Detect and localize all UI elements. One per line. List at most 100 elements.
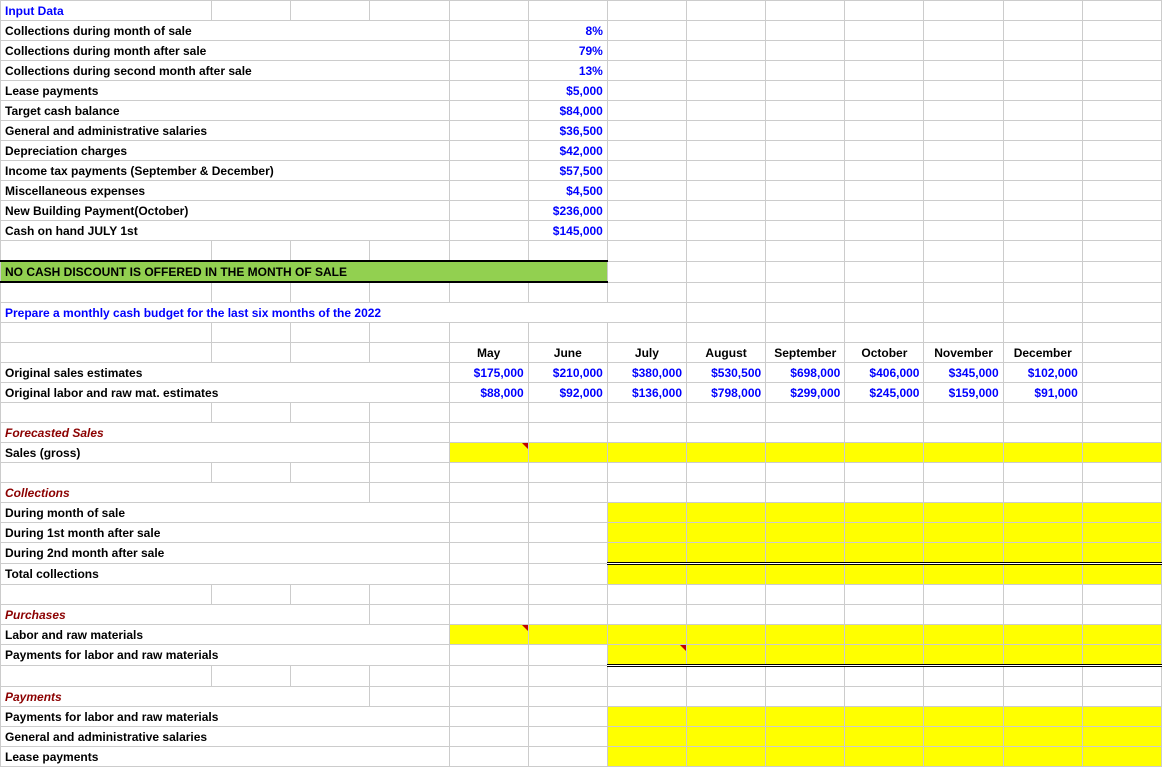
cell[interactable]: $88,000: [449, 383, 528, 403]
cell[interactable]: [607, 625, 686, 645]
cell[interactable]: [687, 543, 766, 564]
cell[interactable]: [845, 503, 924, 523]
cell[interactable]: [687, 564, 766, 585]
cell[interactable]: $698,000: [766, 363, 845, 383]
cell[interactable]: [1082, 707, 1161, 727]
cell[interactable]: [766, 543, 845, 564]
cell[interactable]: [449, 625, 528, 645]
cell[interactable]: [924, 727, 1003, 747]
cell[interactable]: $345,000: [924, 363, 1003, 383]
cell[interactable]: [1003, 727, 1082, 747]
cell[interactable]: [1082, 443, 1161, 463]
cell[interactable]: $380,000: [607, 363, 686, 383]
cell[interactable]: [766, 645, 845, 666]
input-row-value[interactable]: $4,500: [528, 181, 607, 201]
cell[interactable]: $91,000: [1003, 383, 1082, 403]
cell[interactable]: [607, 645, 686, 666]
cell[interactable]: [1003, 523, 1082, 543]
cell[interactable]: [766, 625, 845, 645]
cell[interactable]: $210,000: [528, 363, 607, 383]
cell[interactable]: [924, 503, 1003, 523]
cell[interactable]: $159,000: [924, 383, 1003, 403]
cell[interactable]: [687, 523, 766, 543]
cell[interactable]: [924, 707, 1003, 727]
cell[interactable]: [845, 727, 924, 747]
cell[interactable]: [607, 747, 686, 767]
cell[interactable]: $530,500: [687, 363, 766, 383]
cell[interactable]: [766, 503, 845, 523]
cell[interactable]: [924, 625, 1003, 645]
cell[interactable]: [845, 523, 924, 543]
cell[interactable]: [845, 625, 924, 645]
cell[interactable]: [1003, 503, 1082, 523]
cell[interactable]: [924, 443, 1003, 463]
cell[interactable]: [1003, 443, 1082, 463]
cell[interactable]: $102,000: [1003, 363, 1082, 383]
cell[interactable]: [607, 543, 686, 564]
cell[interactable]: [766, 707, 845, 727]
cell[interactable]: [607, 523, 686, 543]
input-row-value[interactable]: $84,000: [528, 101, 607, 121]
input-row-value[interactable]: $42,000: [528, 141, 607, 161]
cell[interactable]: $245,000: [845, 383, 924, 403]
cell[interactable]: $798,000: [687, 383, 766, 403]
cell[interactable]: [687, 727, 766, 747]
cell[interactable]: [687, 707, 766, 727]
input-row-value[interactable]: $145,000: [528, 221, 607, 241]
cell[interactable]: [1003, 645, 1082, 666]
cell[interactable]: [1003, 625, 1082, 645]
input-row-value[interactable]: 79%: [528, 41, 607, 61]
cell[interactable]: [845, 443, 924, 463]
cell[interactable]: [1082, 503, 1161, 523]
cell[interactable]: [449, 443, 528, 463]
cell[interactable]: [1082, 747, 1161, 767]
cell[interactable]: [766, 747, 845, 767]
cell[interactable]: [766, 564, 845, 585]
cell[interactable]: [924, 523, 1003, 543]
cell[interactable]: [1082, 523, 1161, 543]
cell[interactable]: $136,000: [607, 383, 686, 403]
cell[interactable]: [924, 543, 1003, 564]
cell[interactable]: [687, 747, 766, 767]
cell[interactable]: [687, 625, 766, 645]
cell[interactable]: [687, 443, 766, 463]
cell[interactable]: [845, 747, 924, 767]
cell[interactable]: [1082, 564, 1161, 585]
cell[interactable]: [528, 625, 607, 645]
cell[interactable]: [528, 443, 607, 463]
cell[interactable]: [1003, 747, 1082, 767]
cell[interactable]: [845, 543, 924, 564]
cell[interactable]: $92,000: [528, 383, 607, 403]
input-row-value[interactable]: 13%: [528, 61, 607, 81]
cell[interactable]: [1082, 645, 1161, 666]
cell[interactable]: $175,000: [449, 363, 528, 383]
input-row-value[interactable]: $57,500: [528, 161, 607, 181]
sheet-table[interactable]: Input Data Collections during month of s…: [0, 0, 1162, 767]
cell[interactable]: $299,000: [766, 383, 845, 403]
cell[interactable]: [687, 645, 766, 666]
cell[interactable]: [924, 645, 1003, 666]
cell[interactable]: [607, 707, 686, 727]
cell[interactable]: [845, 564, 924, 585]
cell[interactable]: [607, 727, 686, 747]
cell[interactable]: [607, 503, 686, 523]
cell[interactable]: [1003, 543, 1082, 564]
cell[interactable]: [845, 645, 924, 666]
input-row-value[interactable]: $5,000: [528, 81, 607, 101]
spreadsheet[interactable]: Input Data Collections during month of s…: [0, 0, 1162, 767]
cell[interactable]: [766, 443, 845, 463]
cell[interactable]: [845, 707, 924, 727]
cell[interactable]: [607, 564, 686, 585]
cell[interactable]: [1082, 543, 1161, 564]
cell[interactable]: [1082, 625, 1161, 645]
cell[interactable]: [687, 503, 766, 523]
cell[interactable]: $406,000: [845, 363, 924, 383]
input-row-value[interactable]: $236,000: [528, 201, 607, 221]
cell[interactable]: [924, 747, 1003, 767]
cell[interactable]: [607, 443, 686, 463]
cell[interactable]: [766, 727, 845, 747]
input-row-value[interactable]: $36,500: [528, 121, 607, 141]
cell[interactable]: [1082, 727, 1161, 747]
cell[interactable]: [1003, 707, 1082, 727]
input-row-value[interactable]: 8%: [528, 21, 607, 41]
